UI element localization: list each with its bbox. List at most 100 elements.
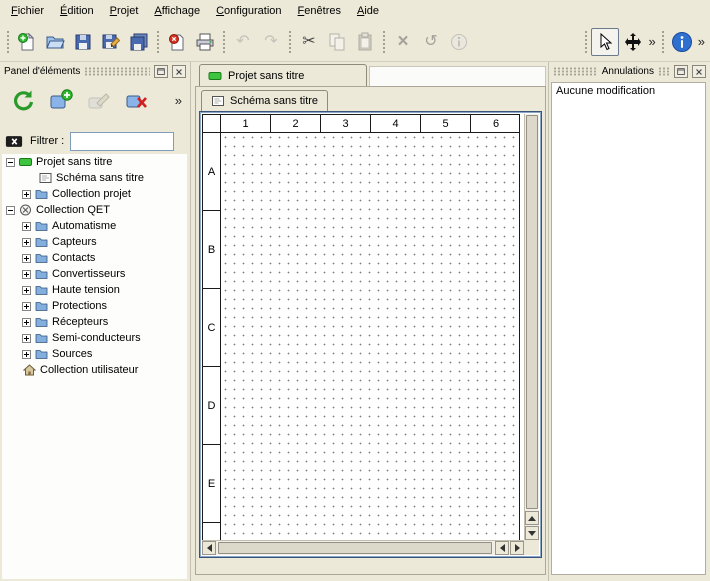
tree-item-haute-tension[interactable]: Haute tension	[2, 282, 187, 298]
dock-grip[interactable]	[658, 67, 670, 76]
collapse-expander-icon[interactable]	[6, 158, 15, 167]
copy-button[interactable]	[323, 28, 351, 56]
scroll-left-button[interactable]	[202, 541, 216, 555]
tree-item-project[interactable]: Projet sans titre	[2, 154, 187, 170]
project-icon	[19, 156, 32, 168]
elements-panel-titlebar[interactable]: Panel d'éléments	[2, 64, 188, 79]
toolbar-grip[interactable]	[6, 30, 10, 54]
elements-panel-dock: Panel d'éléments	[0, 62, 191, 581]
close-project-button[interactable]	[163, 28, 191, 56]
expand-expander-icon[interactable]	[22, 334, 31, 343]
open-project-button[interactable]	[41, 28, 69, 56]
save-button[interactable]	[69, 28, 97, 56]
tab-projet-sans-titre[interactable]: Projet sans titre	[199, 64, 367, 86]
toolbar-grip[interactable]	[288, 30, 292, 54]
delete-element-button[interactable]	[122, 85, 152, 115]
dock-grip[interactable]	[553, 67, 598, 76]
scroll-up-button[interactable]	[525, 511, 539, 525]
tree-item-collection-qet[interactable]: Collection QET	[2, 202, 187, 218]
tree-item-collection-projet[interactable]: Collection projet	[2, 186, 187, 202]
vertical-scrollbar-thumb[interactable]	[526, 115, 538, 509]
menu-fenetres[interactable]: Fenêtres	[290, 1, 349, 21]
tree-item-contacts[interactable]: Contacts	[2, 250, 187, 266]
expand-expander-icon[interactable]	[22, 254, 31, 263]
select-tool-button[interactable]	[591, 28, 619, 56]
float-panel-button[interactable]	[674, 65, 688, 78]
delete-button[interactable]: ×	[389, 28, 417, 56]
move-tool-button[interactable]	[619, 28, 647, 56]
rotate-button[interactable]: ↺	[417, 28, 445, 56]
menu-configuration[interactable]: Configuration	[208, 1, 289, 21]
folder-icon	[35, 236, 48, 248]
reload-collections-button[interactable]	[8, 85, 38, 115]
tree-item-label: Convertisseurs	[52, 268, 125, 280]
tree-item-collection-utilisateur[interactable]: Collection utilisateur	[2, 362, 187, 378]
panel-toolbar-overflow-button[interactable]: »	[173, 93, 184, 108]
vertical-scrollbar[interactable]	[524, 114, 539, 540]
undo-empty-state: Aucune modification	[552, 83, 705, 99]
menu-edition[interactable]: Édition	[52, 1, 102, 21]
save-all-button[interactable]	[125, 28, 153, 56]
diagram-view: 1 2 3 4 5 6 A B C D E	[199, 111, 542, 558]
save-as-button[interactable]	[97, 28, 125, 56]
undo-button[interactable]: ↶	[229, 28, 257, 56]
edit-element-button[interactable]	[84, 85, 114, 115]
tree-item-semi-conducteurs[interactable]: Semi-conducteurs	[2, 330, 187, 346]
toolbar-grip[interactable]	[382, 30, 386, 54]
tree-item-label: Haute tension	[52, 284, 120, 296]
tree-item-recepteurs[interactable]: Récepteurs	[2, 314, 187, 330]
tree-item-sources[interactable]: Sources	[2, 346, 187, 362]
help-button[interactable]	[668, 28, 696, 56]
close-document-icon	[167, 32, 187, 52]
cut-button[interactable]: ✂	[295, 28, 323, 56]
menu-affichage[interactable]: Affichage	[146, 1, 208, 21]
redo-button[interactable]: ↷	[257, 28, 285, 56]
diagram-viewport[interactable]: 1 2 3 4 5 6 A B C D E	[202, 114, 524, 540]
scroll-down-button[interactable]	[525, 526, 539, 540]
horizontal-scrollbar[interactable]	[202, 540, 524, 555]
tab-schema-sans-titre[interactable]: Schéma sans titre	[201, 90, 328, 111]
toolbar-grip[interactable]	[661, 30, 665, 54]
expand-expander-icon[interactable]	[22, 270, 31, 279]
toolbar-grip[interactable]	[222, 30, 226, 54]
undo-panel-titlebar[interactable]: Annulations	[551, 64, 708, 79]
scroll-left-button-2[interactable]	[495, 541, 509, 555]
schema-icon	[39, 172, 52, 184]
toolbar-grip[interactable]	[584, 30, 588, 54]
tree-item-convertisseurs[interactable]: Convertisseurs	[2, 266, 187, 282]
undo-history-list[interactable]: Aucune modification	[551, 82, 706, 575]
menu-projet[interactable]: Projet	[102, 1, 147, 21]
expand-expander-icon[interactable]	[22, 222, 31, 231]
expand-expander-icon[interactable]	[22, 190, 31, 199]
tree-item-capteurs[interactable]: Capteurs	[2, 234, 187, 250]
expand-expander-icon[interactable]	[22, 350, 31, 359]
delete-element-icon	[125, 88, 149, 112]
close-panel-button[interactable]	[172, 65, 186, 78]
menu-fichier[interactable]: Fichier	[3, 1, 52, 21]
tree-item-schema[interactable]: Schéma sans titre	[2, 170, 187, 186]
collapse-expander-icon[interactable]	[6, 206, 15, 215]
paste-button[interactable]	[351, 28, 379, 56]
scroll-right-button[interactable]	[510, 541, 524, 555]
toolbar-grip[interactable]	[156, 30, 160, 54]
toolbar-overflow-button[interactable]: »	[647, 34, 658, 49]
new-element-button[interactable]	[46, 85, 76, 115]
tree-item-automatisme[interactable]: Automatisme	[2, 218, 187, 234]
diagram-canvas[interactable]: 1 2 3 4 5 6 A B C D E	[202, 114, 520, 540]
tree-item-protections[interactable]: Protections	[2, 298, 187, 314]
menu-aide[interactable]: Aide	[349, 1, 387, 21]
horizontal-scrollbar-thumb[interactable]	[218, 542, 492, 554]
help-toolbar-overflow-button[interactable]: »	[696, 34, 707, 49]
close-panel-button[interactable]	[692, 65, 706, 78]
info-button[interactable]	[445, 28, 473, 56]
expand-expander-icon[interactable]	[22, 286, 31, 295]
filter-input[interactable]	[70, 132, 174, 151]
clear-filter-button[interactable]	[4, 131, 24, 151]
print-button[interactable]	[191, 28, 219, 56]
dock-grip[interactable]	[84, 67, 150, 76]
expand-expander-icon[interactable]	[22, 318, 31, 327]
expand-expander-icon[interactable]	[22, 238, 31, 247]
expand-expander-icon[interactable]	[22, 302, 31, 311]
new-document-button[interactable]	[13, 28, 41, 56]
float-panel-button[interactable]	[154, 65, 168, 78]
